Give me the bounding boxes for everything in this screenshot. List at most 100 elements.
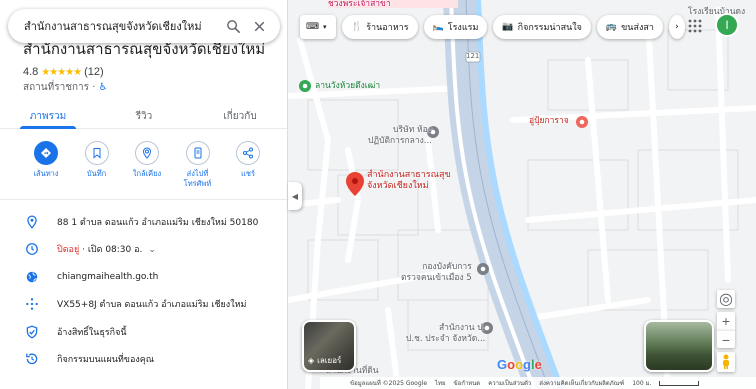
- directions-label: เส้นทาง: [33, 169, 59, 178]
- map-label-school[interactable]: โรงเรียนบ้านดง: [688, 7, 745, 18]
- chip-transit-label: ขนส่งสา: [621, 23, 654, 33]
- plus-code-row[interactable]: VX55+8J ตำบล ดอนแก้ว อำเภอแม่ริม เชียงให…: [0, 291, 287, 319]
- divider: [0, 199, 287, 200]
- map-label-garage[interactable]: อู่ปุ้ยการาจ: [529, 116, 569, 127]
- crosshair-icon: ◎: [719, 291, 733, 308]
- plus-code-icon: [24, 296, 40, 312]
- chip-restaurants-label: ร้านอาหาร: [366, 23, 409, 33]
- chevron-down-icon: ▾: [323, 23, 327, 31]
- chip-restaurants[interactable]: 🍴 ร้านอาหาร: [342, 15, 418, 39]
- place-side-panel: สำนักงานสาธารณสุขจังหวัดเชียงใหม่ 4.8 ★★…: [0, 0, 288, 389]
- map-activity-row[interactable]: กิจกรรมบนแผนที่ของคุณ: [0, 346, 287, 374]
- nearby-button[interactable]: ใกล้เคียง: [123, 141, 171, 189]
- category-label: สถานที่ราชการ ·: [23, 82, 96, 93]
- chip-things-to-do[interactable]: 📷 กิจกรรมน่าสนใจ: [493, 15, 591, 39]
- directions-button[interactable]: เส้นทาง: [22, 141, 70, 189]
- map-label-top[interactable]: ชวงพระเจ้าสาขา: [328, 0, 391, 10]
- search-button[interactable]: [220, 13, 246, 39]
- chip-things-to-do-label: กิจกรรมน่าสนใจ: [517, 23, 582, 33]
- close-icon: [254, 21, 264, 31]
- scale-bar: [659, 380, 700, 386]
- place-category: สถานที่ราชการ · ♿: [23, 80, 108, 95]
- chips-more-button[interactable]: ›: [668, 15, 685, 39]
- chevron-left-icon: ◀: [291, 191, 299, 201]
- layers-icon: ◈: [308, 356, 315, 365]
- location-pin-icon: [24, 214, 40, 230]
- chip-hotels[interactable]: 🛌 โรงแรม: [423, 15, 488, 39]
- zoom-in-button[interactable]: +: [717, 312, 735, 330]
- hours-next: · เปิด 08:30 อ.: [79, 245, 143, 256]
- my-location-button[interactable]: ◎: [717, 290, 735, 308]
- rating-value: 4.8: [23, 66, 39, 78]
- share-label: แชร์: [241, 169, 255, 178]
- restaurant-icon: 🍴: [351, 22, 363, 32]
- attribution-link-privacy[interactable]: ความเป็นส่วนตัว: [488, 378, 531, 388]
- tab-about[interactable]: เกี่ยวกับ: [192, 103, 287, 128]
- hours-status: ปิดอยู่: [57, 245, 80, 256]
- plus-icon: +: [721, 313, 731, 329]
- copyright-text: ข้อมูลแผนที่ ©2025 Google: [350, 380, 428, 387]
- globe-icon: [24, 269, 40, 285]
- map-pin-label[interactable]: สำนักงานสาธารณสุข จังหวัดเชียงใหม่: [367, 170, 451, 192]
- website-link[interactable]: chiangmaihealth.go.th: [57, 272, 158, 282]
- history-icon: [24, 351, 40, 367]
- shield-check-icon: [24, 324, 40, 340]
- rating-stars: ★★★★★: [41, 66, 82, 78]
- layers-button[interactable]: ◈ เลเยอร์: [302, 320, 356, 372]
- collapse-panel-button[interactable]: ◀: [288, 182, 302, 210]
- scale-label[interactable]: 100 ม.: [632, 378, 651, 388]
- nearby-label: ใกล้เคียง: [132, 169, 162, 178]
- tab-overview[interactable]: ภาพรวม: [0, 103, 96, 129]
- claim-business-row[interactable]: อ้างสิทธิ์ในธุรกิจนี้: [0, 318, 287, 346]
- search-box[interactable]: [8, 9, 280, 43]
- attribution-link-feedback[interactable]: ส่งความคิดเห็นเกี่ยวกับผลิตภัณฑ์: [539, 378, 624, 388]
- send-to-phone-button[interactable]: ส่งไปที่โทรศัพท์: [174, 141, 222, 189]
- website-row[interactable]: chiangmaihealth.go.th: [0, 263, 287, 291]
- camera-icon: 📷: [502, 22, 514, 32]
- chip-transit[interactable]: 🚌 ขนส่งสา: [596, 15, 663, 39]
- wheelchair-icon[interactable]: ♿: [99, 82, 108, 93]
- search-icon: [226, 19, 240, 33]
- pegman-button[interactable]: [717, 352, 735, 372]
- attribution-link-thai[interactable]: ไทย: [435, 378, 446, 388]
- hotel-icon: 🛌: [432, 22, 444, 32]
- map-label-park[interactable]: ลานวังห้วยตึงเฒ่า: [315, 81, 380, 92]
- review-count[interactable]: (12): [84, 66, 104, 78]
- category-chips: ⌨ ▾ 🍴 ร้านอาหาร 🛌 โรงแรม 📷 กิจกรรมน่าสนใจ 🚌 ข…: [300, 15, 685, 39]
- minus-icon: −: [721, 331, 731, 348]
- layers-label: เลเยอร์: [317, 356, 342, 365]
- chevron-down-icon[interactable]: ⌄: [148, 244, 156, 255]
- plus-code-text: VX55+8J ตำบล ดอนแก้ว อำเภอแม่ริม เชียงให…: [57, 300, 247, 311]
- rating-row[interactable]: 4.8 ★★★★★ (12): [23, 66, 104, 78]
- search-input[interactable]: [24, 19, 220, 33]
- map-attribution: ข้อมูลแผนที่ ©2025 Google ไทย ข้อกำหนด ค…: [320, 377, 756, 389]
- chevron-right-icon: ›: [675, 22, 679, 32]
- input-tools-button[interactable]: ⌨ ▾: [300, 15, 336, 39]
- address-row[interactable]: 88 1 ตำบล ดอนแก้ว อำเภอแม่ริม เชียงใหม่ …: [0, 208, 287, 236]
- google-logo: Google: [497, 357, 542, 372]
- attribution-link-terms[interactable]: ข้อกำหนด: [454, 378, 481, 388]
- map-label-company[interactable]: บริษัท ห้อง ปฏิบัติการกลาง...: [368, 125, 432, 147]
- share-icon: [243, 147, 253, 159]
- share-button[interactable]: แชร์: [224, 141, 272, 189]
- street-view-thumbnail[interactable]: [644, 320, 714, 372]
- tab-reviews[interactable]: รีวิว: [96, 103, 192, 128]
- save-label: บันทึก: [86, 169, 107, 178]
- chip-hotels-label: โรงแรม: [447, 23, 479, 33]
- send-to-phone-icon: [194, 147, 201, 159]
- place-tabs: ภาพรวม รีวิว เกี่ยวกับ: [0, 103, 287, 129]
- nearby-icon: [142, 147, 152, 159]
- map-label-nacc-office[interactable]: สำนักงาน ป. ป.ช. ประจำ จังหวัด...: [406, 323, 485, 345]
- clock-icon: [24, 241, 40, 257]
- action-buttons: เส้นทาง บันทึก ใกล้เคียง ส่งไปที่โทรศัพท…: [22, 141, 272, 189]
- hours-row[interactable]: ปิดอยู่ · เปิด 08:30 อ. ⌄: [0, 236, 287, 264]
- account-avatar[interactable]: I: [715, 13, 739, 37]
- zoom-out-button[interactable]: −: [717, 330, 735, 348]
- transit-icon: 🚌: [605, 22, 618, 32]
- apps-grid-icon[interactable]: [688, 19, 702, 33]
- save-button[interactable]: บันทึก: [73, 141, 121, 189]
- map-label-immigration[interactable]: กองบังคับการ ตรวจคนเข้าเมือง 5: [401, 262, 472, 284]
- clear-search-button[interactable]: [246, 13, 272, 39]
- directions-icon: [41, 148, 51, 158]
- pegman-icon: [723, 354, 729, 369]
